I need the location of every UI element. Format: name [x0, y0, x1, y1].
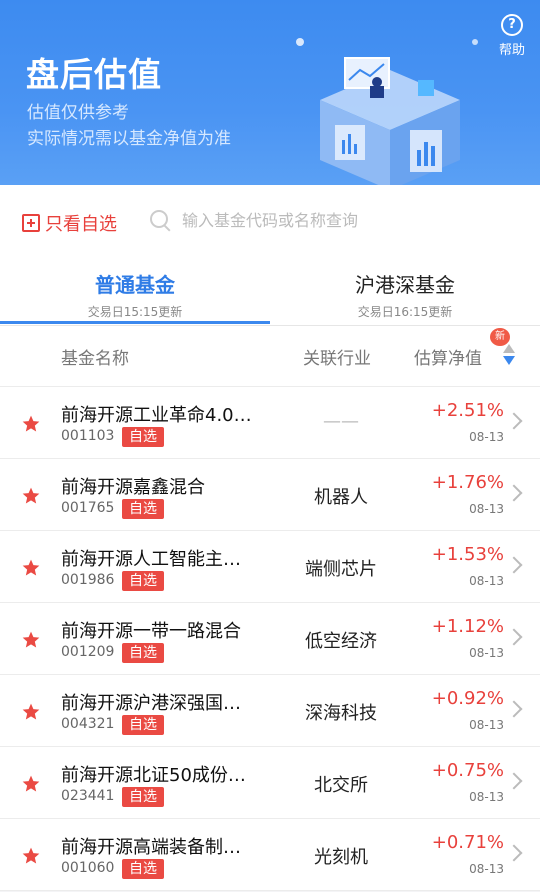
estimated-change: +0.71%	[431, 832, 504, 853]
estimated-change: +0.75%	[431, 760, 504, 781]
sort-icon[interactable]	[503, 344, 515, 366]
estimated-change: +1.76%	[431, 472, 504, 493]
add-square-icon	[22, 214, 40, 232]
fund-code: 004321	[61, 716, 115, 732]
chevron-right-icon	[505, 412, 523, 430]
related-industry: 北交所	[314, 775, 368, 796]
related-industry: ——	[323, 411, 359, 432]
help-button[interactable]: ? 帮助	[496, 14, 528, 58]
table-header: 基金名称 关联行业 估算净值 新	[0, 326, 540, 387]
fund-code: 001209	[61, 644, 115, 660]
star-icon[interactable]	[21, 702, 41, 722]
help-icon: ?	[501, 14, 523, 36]
data-analysis-illustration	[296, 38, 478, 185]
estimate-date: 08-13	[469, 646, 504, 660]
fund-name: 前海开源一带一路混合	[61, 621, 241, 642]
fund-name: 前海开源北证50成份…	[61, 765, 246, 786]
star-icon[interactable]	[21, 630, 41, 650]
search-icon	[150, 210, 168, 228]
fund-row[interactable]: 前海开源沪港深强国… 004321 自选 深海科技 +0.92% 08-13	[0, 675, 540, 747]
chevron-right-icon	[505, 772, 523, 790]
fund-list: 前海开源工业革命4.0… 001103 自选 —— +2.51% 08-13 前…	[0, 387, 540, 891]
active-tab-indicator	[0, 321, 270, 324]
star-icon[interactable]	[21, 846, 41, 866]
fund-row[interactable]: 前海开源北证50成份… 023441 自选 北交所 +0.75% 08-13	[0, 747, 540, 819]
star-icon[interactable]	[21, 414, 41, 434]
watchlist-tag: 自选	[122, 571, 164, 591]
fund-code: 023441	[61, 788, 115, 804]
related-industry: 低空经济	[305, 631, 377, 652]
chevron-right-icon	[505, 556, 523, 574]
related-industry: 机器人	[314, 487, 368, 508]
fund-name: 前海开源嘉鑫混合	[61, 477, 205, 498]
estimate-date: 08-13	[469, 862, 504, 876]
watchlist-tag: 自选	[122, 427, 164, 447]
fund-code: 001986	[61, 572, 115, 588]
watchlist-tag: 自选	[122, 859, 164, 879]
chevron-right-icon	[505, 628, 523, 646]
star-icon[interactable]	[21, 558, 41, 578]
fund-name: 前海开源沪港深强国…	[61, 693, 241, 714]
estimated-change: +0.92%	[431, 688, 504, 709]
column-industry: 关联行业	[303, 349, 371, 369]
column-estimate-sort[interactable]: 估算净值	[414, 344, 482, 369]
fund-name: 前海开源工业革命4.0…	[61, 405, 252, 426]
estimate-date: 08-13	[469, 718, 504, 732]
estimate-date: 08-13	[469, 502, 504, 516]
search-field[interactable]: 输入基金代码或名称查询	[150, 207, 358, 231]
fund-type-tabs: 普通基金 交易日15:15更新 沪港深基金 交易日16:15更新	[0, 255, 540, 326]
estimated-change: +2.51%	[431, 400, 504, 421]
tab-normal-fund[interactable]: 普通基金 交易日15:15更新	[0, 269, 270, 320]
fund-code: 001060	[61, 860, 115, 876]
page-title: 盘后估值	[26, 55, 162, 94]
tab-hk-sz-fund[interactable]: 沪港深基金 交易日16:15更新	[270, 269, 540, 320]
fund-name: 前海开源人工智能主…	[61, 549, 241, 570]
chevron-right-icon	[505, 700, 523, 718]
watchlist-tag: 自选	[122, 643, 164, 663]
filter-bar: 只看自选 输入基金代码或名称查询	[0, 185, 540, 255]
subtitle-note: 实际情况需以基金净值为准	[27, 129, 231, 149]
fund-row[interactable]: 前海开源一带一路混合 001209 自选 低空经济 +1.12% 08-13	[0, 603, 540, 675]
watchlist-tag: 自选	[122, 787, 164, 807]
fund-row[interactable]: 前海开源工业革命4.0… 001103 自选 —— +2.51% 08-13	[0, 387, 540, 459]
only-watchlist-toggle[interactable]: 只看自选	[22, 210, 117, 236]
estimate-date: 08-13	[469, 430, 504, 444]
fund-row[interactable]: 前海开源高端装备制… 001060 自选 光刻机 +0.71% 08-13	[0, 819, 540, 891]
help-label: 帮助	[498, 43, 525, 58]
estimate-date: 08-13	[469, 790, 504, 804]
tab-update-time: 交易日16:15更新	[357, 305, 453, 319]
search-placeholder: 输入基金代码或名称查询	[182, 211, 359, 230]
fund-name: 前海开源高端装备制…	[61, 837, 241, 858]
fund-code: 001103	[61, 428, 115, 444]
estimated-change: +1.53%	[431, 544, 504, 565]
watchlist-tag: 自选	[122, 715, 164, 735]
subtitle-disclaimer: 估值仅供参考	[27, 103, 129, 123]
estimated-change: +1.12%	[431, 616, 504, 637]
tab-label: 沪港深基金	[355, 273, 455, 297]
related-industry: 深海科技	[305, 703, 377, 724]
estimate-date: 08-13	[469, 574, 504, 588]
header-banner: 盘后估值 估值仅供参考 实际情况需以基金净值为准 ? 帮助	[0, 0, 540, 185]
tab-label: 普通基金	[95, 273, 175, 297]
star-icon[interactable]	[21, 774, 41, 794]
fund-row[interactable]: 前海开源人工智能主… 001986 自选 端侧芯片 +1.53% 08-13	[0, 531, 540, 603]
chevron-right-icon	[505, 844, 523, 862]
chevron-right-icon	[505, 484, 523, 502]
column-fund-name: 基金名称	[61, 349, 129, 369]
related-industry: 端侧芯片	[305, 559, 377, 580]
related-industry: 光刻机	[314, 847, 368, 868]
star-icon[interactable]	[21, 486, 41, 506]
watchlist-tag: 自选	[122, 499, 164, 519]
only-watchlist-label: 只看自选	[45, 214, 117, 235]
fund-code: 001765	[61, 500, 115, 516]
tab-update-time: 交易日15:15更新	[87, 305, 183, 319]
fund-row[interactable]: 前海开源嘉鑫混合 001765 自选 机器人 +1.76% 08-13	[0, 459, 540, 531]
